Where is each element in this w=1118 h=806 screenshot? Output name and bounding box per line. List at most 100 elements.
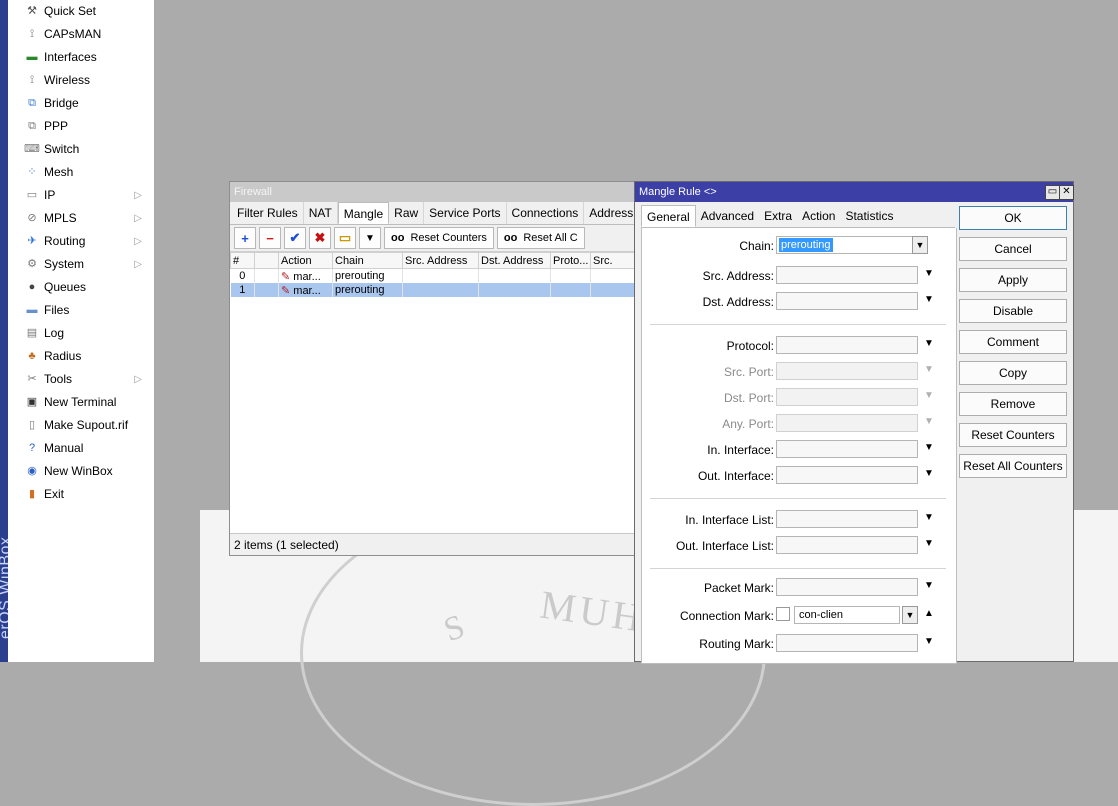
field-label: Dst. Port: bbox=[723, 391, 774, 405]
chain-select[interactable]: prerouting bbox=[776, 236, 918, 254]
menu-item-tools[interactable]: ✂ Tools ▷ bbox=[8, 368, 154, 391]
dropdown-icon[interactable]: ▼ bbox=[924, 538, 934, 549]
menu-item-capsman[interactable]: ⟟ CAPsMAN bbox=[8, 23, 154, 46]
menu-item-exit[interactable]: ▮ Exit bbox=[8, 483, 154, 506]
menu-item-interfaces[interactable]: ▬ Interfaces bbox=[8, 46, 154, 69]
menu-item-quick-set[interactable]: ⚒ Quick Set bbox=[8, 0, 154, 23]
menu-item-log[interactable]: ▤ Log bbox=[8, 322, 154, 345]
dropdown-icon[interactable]: ▼ bbox=[902, 606, 918, 624]
dropdown-icon[interactable]: ▼ bbox=[924, 442, 934, 453]
filter-button[interactable]: ▼ bbox=[359, 227, 381, 249]
menu-item-make-supout-rif[interactable]: ▯ Make Supout.rif bbox=[8, 414, 154, 437]
mangle-rule-titlebar[interactable]: Mangle Rule <> ▭ ✕ bbox=[635, 182, 1074, 202]
ok-button[interactable]: OK bbox=[959, 206, 1067, 230]
dropdown-icon: ▼ bbox=[924, 364, 934, 375]
menu-item-ppp[interactable]: ⧉ PPP bbox=[8, 115, 154, 138]
remove-button[interactable]: − bbox=[259, 227, 281, 249]
tab-statistics[interactable]: Statistics bbox=[840, 205, 898, 227]
column-header[interactable]: Action bbox=[278, 252, 333, 269]
menu-item-queues[interactable]: ● Queues bbox=[8, 276, 154, 299]
tab-general[interactable]: General bbox=[641, 205, 696, 227]
firewall-toolbar: + − ✔ ✖ ▭ ▼ oo Reset Counters oo Reset All… bbox=[230, 225, 635, 252]
dropdown-icon[interactable]: ▼ bbox=[924, 468, 934, 479]
disable-button[interactable]: Disable bbox=[959, 299, 1067, 323]
disable-button[interactable]: ✖ bbox=[309, 227, 331, 249]
field-input[interactable] bbox=[776, 466, 918, 484]
column-header[interactable]: Dst. Address bbox=[478, 252, 551, 269]
cancel-button[interactable]: Cancel bbox=[959, 237, 1067, 261]
field-label: Packet Mark: bbox=[703, 581, 774, 595]
menu-item-manual[interactable]: ? Manual bbox=[8, 437, 154, 460]
column-header[interactable]: Src. bbox=[590, 252, 636, 269]
add-button[interactable]: + bbox=[234, 227, 256, 249]
menu-item-mpls[interactable]: ⊘ MPLS ▷ bbox=[8, 207, 154, 230]
menu-item-new-terminal[interactable]: ▣ New Terminal bbox=[8, 391, 154, 414]
collapse-up-icon[interactable]: ▲ bbox=[924, 608, 934, 619]
field-input[interactable] bbox=[776, 292, 918, 310]
dropdown-icon[interactable]: ▼ bbox=[924, 294, 934, 305]
menu-item-ip[interactable]: ▭ IP ▷ bbox=[8, 184, 154, 207]
tab-filter-rules[interactable]: Filter Rules bbox=[232, 202, 304, 224]
connection-mark-negate-checkbox[interactable] bbox=[776, 607, 790, 621]
table-row[interactable]: 0 ✎ mar... prerouting bbox=[230, 268, 636, 283]
tab-connections[interactable]: Connections bbox=[507, 202, 585, 224]
menu-item-system[interactable]: ⚙ System ▷ bbox=[8, 253, 154, 276]
tab-service-ports[interactable]: Service Ports bbox=[424, 202, 507, 224]
tab-action[interactable]: Action bbox=[797, 205, 840, 227]
switch-icon: ⌨ bbox=[24, 143, 40, 155]
column-header[interactable] bbox=[254, 252, 279, 269]
reset-all-counters-button[interactable]: oo Reset All C bbox=[496, 227, 585, 249]
empty-cell bbox=[402, 268, 479, 283]
column-header[interactable]: Proto... bbox=[550, 252, 591, 269]
column-header[interactable]: # bbox=[230, 252, 255, 269]
chain-dropdown-icon[interactable]: ▼ bbox=[912, 236, 928, 254]
tab-advanced[interactable]: Advanced bbox=[696, 205, 759, 227]
separator bbox=[650, 324, 946, 325]
field-input[interactable] bbox=[776, 510, 918, 528]
field-input[interactable] bbox=[776, 440, 918, 458]
menu-item-label: Wireless bbox=[44, 73, 91, 87]
menu-item-mesh[interactable]: ⁘ Mesh bbox=[8, 161, 154, 184]
dropdown-icon[interactable]: ▼ bbox=[924, 512, 934, 523]
menu-item-bridge[interactable]: ⧉ Bridge bbox=[8, 92, 154, 115]
dropdown-icon[interactable]: ▼ bbox=[924, 268, 934, 279]
tab-raw[interactable]: Raw bbox=[389, 202, 425, 224]
field-input[interactable] bbox=[776, 266, 918, 284]
comment-button[interactable]: ▭ bbox=[334, 227, 356, 249]
menu-item-switch[interactable]: ⌨ Switch bbox=[8, 138, 154, 161]
remove-button[interactable]: Remove bbox=[959, 392, 1067, 416]
copy-button[interactable]: Copy bbox=[959, 361, 1067, 385]
menu-item-routing[interactable]: ✈ Routing ▷ bbox=[8, 230, 154, 253]
dropdown-icon[interactable]: ▼ bbox=[924, 580, 934, 591]
dropdown-icon[interactable]: ▼ bbox=[924, 636, 934, 647]
field-input[interactable] bbox=[776, 536, 918, 554]
menu-item-wireless[interactable]: ⟟ Wireless bbox=[8, 69, 154, 92]
comment-button[interactable]: Comment bbox=[959, 330, 1067, 354]
field-input[interactable] bbox=[776, 578, 918, 596]
tab-nat[interactable]: NAT bbox=[304, 202, 338, 224]
connection-mark-input[interactable]: con-clien bbox=[794, 606, 900, 624]
tab-extra[interactable]: Extra bbox=[759, 205, 797, 227]
apply-button[interactable]: Apply bbox=[959, 268, 1067, 292]
firewall-title[interactable]: Firewall bbox=[230, 182, 635, 202]
table-row[interactable]: 1 ✎ mar... prerouting bbox=[230, 283, 636, 297]
field-input[interactable] bbox=[776, 336, 918, 354]
enable-button[interactable]: ✔ bbox=[284, 227, 306, 249]
close-icon[interactable]: ✕ bbox=[1059, 185, 1074, 200]
tab-mangle[interactable]: Mangle bbox=[337, 202, 390, 224]
reset-counters-button[interactable]: oo Reset Counters bbox=[384, 227, 494, 249]
reset-counters-button[interactable]: Reset Counters bbox=[959, 423, 1067, 447]
column-header[interactable]: Chain bbox=[332, 252, 403, 269]
field-input[interactable] bbox=[776, 634, 918, 652]
field-routing-mark: Routing Mark: ▼ bbox=[642, 634, 942, 656]
menu-item-files[interactable]: ▬ Files bbox=[8, 299, 154, 322]
dropdown-icon[interactable]: ▼ bbox=[924, 338, 934, 349]
menu-item-radius[interactable]: ♣ Radius bbox=[8, 345, 154, 368]
maximize-icon[interactable]: ▭ bbox=[1045, 185, 1060, 200]
reset-all-counters-button[interactable]: Reset All Counters bbox=[959, 454, 1067, 478]
menu-item-new-winbox[interactable]: ◉ New WinBox bbox=[8, 460, 154, 483]
tab-address[interactable]: Address bbox=[584, 202, 635, 224]
field-in-interface-list: In. Interface List: ▼ bbox=[642, 510, 942, 532]
reset-counters-label: Reset Counters bbox=[410, 232, 487, 244]
column-header[interactable]: Src. Address bbox=[402, 252, 479, 269]
